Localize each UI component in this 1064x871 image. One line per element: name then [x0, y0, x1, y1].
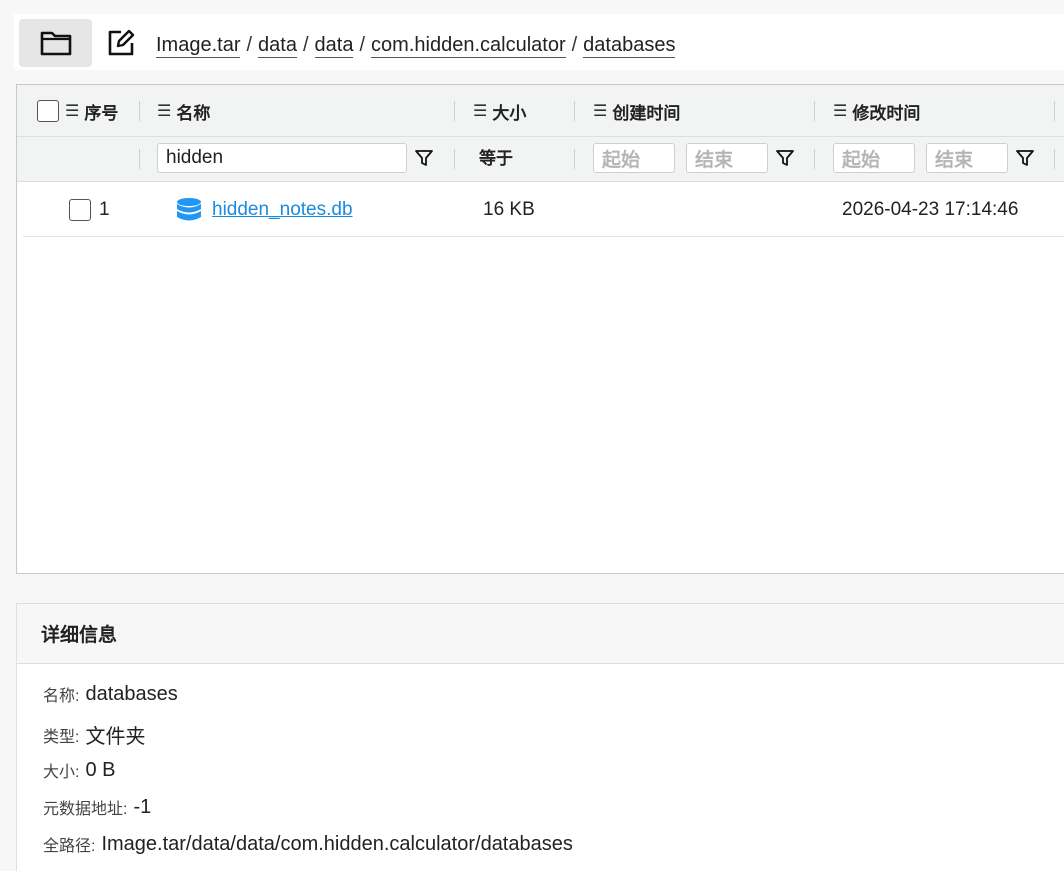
detail-panel: 详细信息 名称: databases 类型: 文件夹 大小: 0 B 元数据地址…: [16, 603, 1064, 871]
column-header-modified[interactable]: ☰ 修改时间: [833, 85, 920, 137]
breadcrumb-separator: /: [571, 34, 578, 56]
column-header-created[interactable]: ☰ 创建时间: [593, 85, 680, 137]
row-modified-cell: 2026-04-23 17:14:46: [842, 199, 1019, 220]
modified-start-input[interactable]: 起始: [833, 143, 915, 173]
column-header-size[interactable]: ☰ 大小: [473, 85, 526, 137]
column-label-modified: 修改时间: [852, 103, 921, 123]
breadcrumb: Image.tar / data / data / com.hidden.cal…: [156, 32, 676, 58]
row-checkbox[interactable]: [69, 199, 91, 221]
breadcrumb-item-image-tar[interactable]: Image.tar: [156, 33, 241, 58]
file-table: ☰ 序号 ☰ 名称 ☰ 大小 ☰ 创建时间 ☰ 修改时间 hidden 等于 起…: [16, 84, 1064, 574]
detail-field-type: 类型: 文件夹: [43, 720, 145, 749]
name-filter-input[interactable]: hidden: [157, 143, 407, 173]
detail-label: 类型:: [43, 728, 80, 746]
list-icon: ☰: [157, 103, 172, 120]
detail-value: -1: [133, 795, 152, 818]
column-divider: [574, 149, 575, 169]
detail-label: 大小:: [43, 764, 80, 781]
size-filter-mode[interactable]: 等于: [479, 144, 513, 174]
modified-end-input[interactable]: 结束: [926, 143, 1008, 173]
table-filter-row: hidden 等于 起始 结束 起始 结束: [17, 137, 1064, 182]
modified-filter-button[interactable]: [1012, 143, 1038, 173]
column-label-created: 创建时间: [612, 103, 681, 123]
column-divider[interactable]: [1054, 101, 1055, 121]
detail-field-full-path: 全路径: Image.tar/data/data/com.hidden.calc…: [43, 832, 573, 856]
column-label-size: 大小: [492, 103, 527, 123]
detail-value: 0 B: [85, 758, 116, 781]
top-toolbar: Image.tar / data / data / com.hidden.cal…: [14, 14, 1064, 70]
column-header-name[interactable]: ☰ 名称: [157, 85, 210, 137]
column-divider[interactable]: [814, 101, 815, 121]
select-all-checkbox[interactable]: [37, 100, 59, 122]
breadcrumb-separator: /: [246, 34, 253, 56]
list-icon: ☰: [65, 103, 80, 120]
filter-icon: [415, 150, 433, 166]
column-divider: [139, 149, 140, 169]
edit-icon: [108, 29, 135, 56]
list-icon: ☰: [593, 103, 608, 120]
breadcrumb-item-data-2[interactable]: data: [314, 33, 354, 58]
name-filter-button[interactable]: [411, 143, 437, 173]
detail-field-size: 大小: 0 B: [43, 758, 115, 782]
filter-icon: [1016, 150, 1034, 166]
folder-button[interactable]: [19, 19, 92, 67]
table-row[interactable]: 1 hidden_notes.db 16 KB 2026-04-23 17:14…: [23, 183, 1064, 237]
column-divider: [454, 149, 455, 169]
breadcrumb-item-package[interactable]: com.hidden.calculator: [371, 33, 566, 58]
detail-title: 详细信息: [17, 604, 1064, 664]
row-size-cell: 16 KB: [483, 199, 535, 220]
database-icon: [177, 198, 201, 221]
detail-value: 文件夹: [85, 726, 146, 748]
column-header-index[interactable]: ☰ 序号: [37, 85, 118, 137]
created-end-input[interactable]: 结束: [686, 143, 768, 173]
created-filter-button[interactable]: [772, 143, 798, 173]
list-icon: ☰: [473, 103, 488, 120]
column-divider[interactable]: [139, 101, 140, 121]
row-index-cell: 1: [69, 183, 110, 237]
filter-icon: [776, 150, 794, 166]
list-icon: ☰: [833, 103, 848, 120]
detail-label: 元数据地址:: [43, 801, 128, 818]
edit-button[interactable]: [106, 28, 136, 58]
column-divider: [814, 149, 815, 169]
breadcrumb-separator: /: [302, 34, 309, 56]
column-label-name: 名称: [176, 103, 211, 123]
column-label-index: 序号: [84, 103, 119, 123]
detail-value: Image.tar/data/data/com.hidden.calculato…: [101, 832, 573, 855]
detail-label: 名称:: [43, 688, 80, 705]
breadcrumb-item-databases[interactable]: databases: [583, 33, 676, 58]
column-divider[interactable]: [574, 101, 575, 121]
column-divider: [1054, 149, 1055, 169]
created-start-input[interactable]: 起始: [593, 143, 675, 173]
folder-icon: [40, 31, 71, 56]
detail-field-name: 名称: databases: [43, 682, 178, 706]
breadcrumb-separator: /: [359, 34, 366, 56]
table-header-row: ☰ 序号 ☰ 名称 ☰ 大小 ☰ 创建时间 ☰ 修改时间: [17, 85, 1064, 137]
detail-field-metadata-address: 元数据地址: -1: [43, 795, 151, 819]
column-divider[interactable]: [454, 101, 455, 121]
detail-label: 全路径:: [43, 838, 96, 855]
breadcrumb-item-data[interactable]: data: [258, 33, 297, 58]
row-index: 1: [99, 199, 110, 220]
file-link[interactable]: hidden_notes.db: [212, 199, 353, 221]
row-name-cell: hidden_notes.db: [176, 183, 353, 237]
detail-value: databases: [85, 682, 178, 705]
